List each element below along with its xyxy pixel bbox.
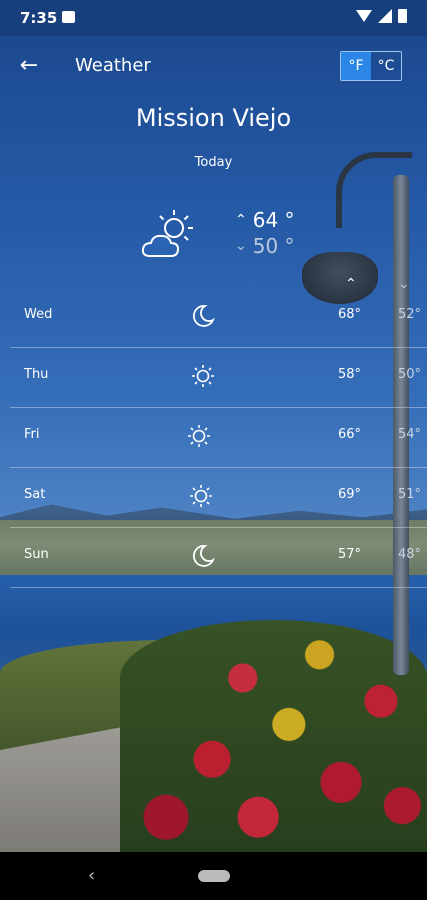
forecast-low: 48° bbox=[398, 547, 422, 562]
forecast-low: 51° bbox=[398, 487, 422, 502]
forecast-day: Thu bbox=[24, 367, 49, 382]
status-time: 7:35 bbox=[20, 9, 58, 27]
forecast-row: Sun 57° 48° bbox=[10, 528, 427, 588]
forecast-high: 57° bbox=[338, 547, 362, 562]
unit-toggle[interactable]: °F °C bbox=[340, 51, 402, 81]
today-temps: ⌃ 64 ° ⌄ 50 ° bbox=[235, 208, 295, 258]
forecast-day: Sat bbox=[24, 487, 46, 502]
forecast-day: Sun bbox=[24, 547, 49, 562]
location-name: Mission Viejo bbox=[135, 104, 292, 132]
partly-cloudy-icon bbox=[141, 210, 193, 257]
nav-back-icon[interactable]: ‹ bbox=[88, 865, 95, 886]
forecast-row: Fri 66° 54° bbox=[10, 408, 427, 468]
forecast-high: 66° bbox=[338, 427, 362, 442]
today-high: 64 ° bbox=[252, 208, 295, 232]
status-bar: 7:35 bbox=[0, 0, 427, 36]
system-nav-bar: ‹ bbox=[0, 852, 427, 900]
battery-icon bbox=[398, 9, 407, 23]
signal-icon bbox=[378, 9, 392, 23]
today-low: 50 ° bbox=[252, 234, 295, 258]
sun-icon bbox=[192, 365, 214, 387]
forecast-day: Wed bbox=[24, 307, 53, 322]
forecast-high: 68° bbox=[338, 307, 362, 322]
caret-down-icon: ⌄ bbox=[235, 238, 247, 254]
forecast-list: Wed 68° 52° Thu 58° 50° Fri 66° 54° Sat … bbox=[10, 288, 427, 588]
forecast-low: 50° bbox=[398, 367, 422, 382]
app-bar: ← Weather °F °C bbox=[0, 36, 427, 96]
back-arrow-icon[interactable]: ← bbox=[14, 52, 44, 80]
nav-home-button[interactable] bbox=[198, 870, 230, 882]
forecast-high: 58° bbox=[338, 367, 362, 382]
page-title: Weather bbox=[75, 55, 151, 76]
forecast-low: 52° bbox=[398, 307, 422, 322]
sun-icon bbox=[190, 485, 212, 507]
moon-icon bbox=[193, 545, 215, 567]
wifi-icon bbox=[356, 10, 372, 22]
forecast-row: Wed 68° 52° bbox=[10, 288, 427, 348]
forecast-row: Thu 58° 50° bbox=[10, 348, 427, 408]
forecast-high: 69° bbox=[338, 487, 362, 502]
image-notification-icon bbox=[62, 11, 75, 23]
sun-icon bbox=[188, 425, 210, 447]
today-label: Today bbox=[194, 155, 233, 170]
moon-icon bbox=[193, 305, 215, 327]
forecast-day: Fri bbox=[24, 427, 40, 442]
forecast-low: 54° bbox=[398, 427, 422, 442]
celsius-button[interactable]: °C bbox=[371, 52, 401, 80]
caret-up-icon: ⌃ bbox=[235, 212, 247, 228]
fahrenheit-button[interactable]: °F bbox=[341, 52, 371, 80]
forecast-row: Sat 69° 51° bbox=[10, 468, 427, 528]
